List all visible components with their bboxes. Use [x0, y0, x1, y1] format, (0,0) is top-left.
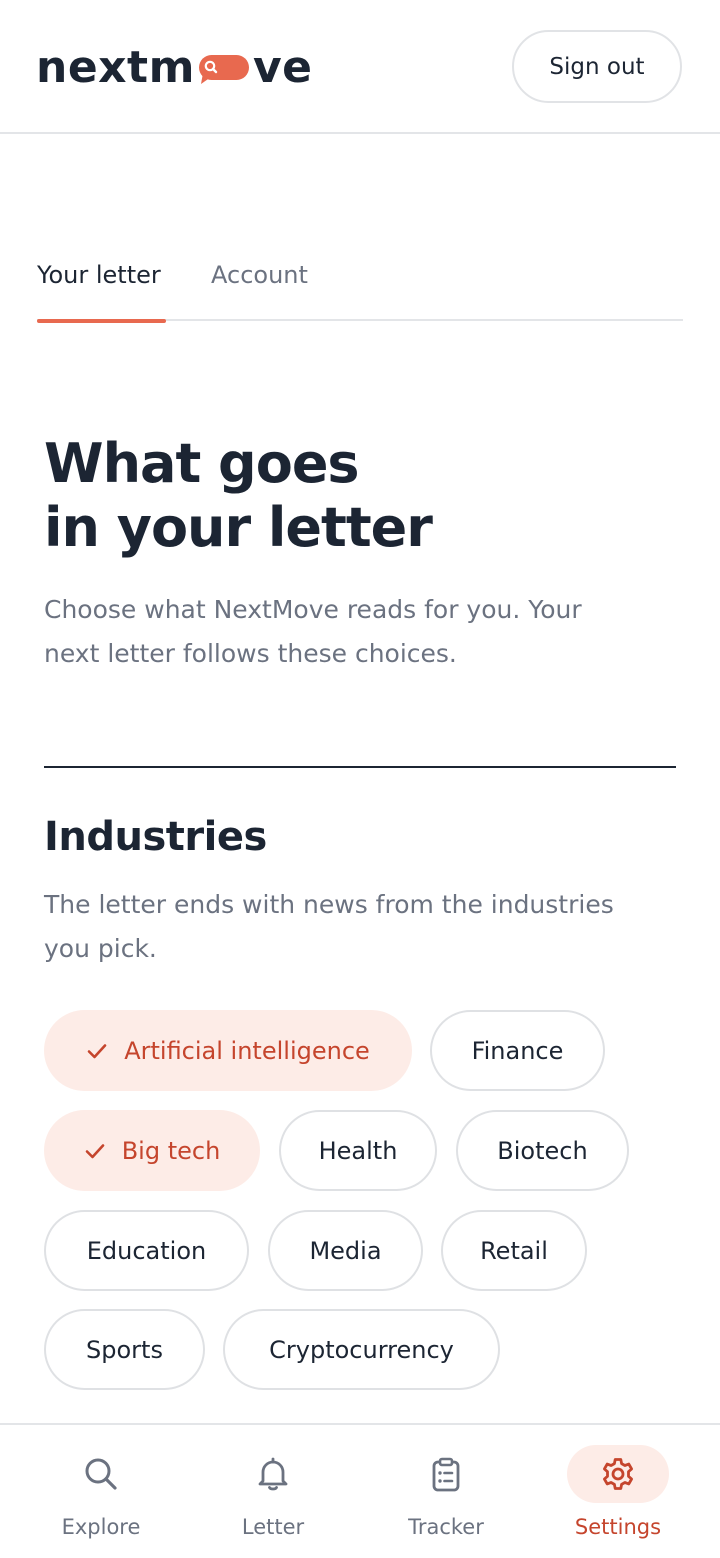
industries-description-line-2: you pick.	[44, 934, 157, 963]
page-title-line-1: What goes	[44, 432, 360, 495]
tab-your-letter[interactable]: Your letter	[37, 244, 166, 323]
chip-label: Big tech	[121, 1136, 221, 1165]
page-title-line-2: in your letter	[44, 496, 433, 559]
chip-label: Media	[309, 1236, 382, 1265]
search-icon	[50, 1445, 152, 1503]
chip-label: Cryptocurrency	[269, 1335, 454, 1364]
nav-item-tracker[interactable]: Tracker	[356, 1425, 536, 1558]
bottom-navigation: Explore Letter Tracker Settings	[0, 1423, 720, 1558]
chip-label: Artificial intelligence	[124, 1036, 370, 1065]
sign-out-button[interactable]: Sign out	[512, 30, 682, 103]
industry-chip-retail[interactable]: Retail	[441, 1210, 587, 1291]
nav-label-settings: Settings	[574, 1515, 662, 1539]
industries-description: The letter ends with news from the indus…	[44, 883, 694, 971]
industries-description-line-1: The letter ends with news from the indus…	[44, 890, 614, 919]
nav-label-tracker: Tracker	[408, 1515, 484, 1539]
check-icon	[84, 1140, 106, 1162]
nav-label-letter: Letter	[241, 1515, 305, 1539]
clipboard-icon	[395, 1445, 497, 1503]
nav-label-explore: Explore	[61, 1515, 141, 1539]
chip-label: Biotech	[497, 1136, 588, 1165]
chip-label: Finance	[471, 1036, 564, 1065]
chip-label: Retail	[480, 1236, 548, 1265]
page-description-line-2: next letter follows these choices.	[44, 639, 457, 668]
industry-chip-education[interactable]: Education	[44, 1210, 249, 1291]
industry-chip-health[interactable]: Health	[279, 1110, 437, 1191]
section-divider	[44, 766, 676, 768]
chat-bubble-search-icon	[197, 55, 251, 85]
logo-text-end: ve	[252, 42, 313, 93]
industries-title: Industries	[44, 814, 267, 860]
logo-text-start: nextm	[36, 42, 195, 93]
industry-chip-finance[interactable]: Finance	[430, 1010, 605, 1091]
industry-chip-artificial-intelligence[interactable]: Artificial intelligence	[44, 1010, 412, 1091]
app-header: nextm ve Sign out	[0, 0, 720, 134]
gear-icon	[567, 1445, 669, 1503]
chip-label: Education	[86, 1236, 207, 1265]
tab-account[interactable]: Account	[211, 244, 308, 321]
nav-item-settings[interactable]: Settings	[528, 1425, 708, 1558]
page-title: What goes in your letter	[44, 432, 684, 560]
industry-chip-sports[interactable]: Sports	[44, 1309, 205, 1390]
settings-tabs: Your letter Account	[37, 244, 683, 323]
industry-chip-cryptocurrency[interactable]: Cryptocurrency	[223, 1309, 500, 1390]
industry-chip-media[interactable]: Media	[268, 1210, 423, 1291]
page-description-line-1: Choose what NextMove reads for you. Your	[44, 595, 582, 624]
page-description: Choose what NextMove reads for you. Your…	[44, 588, 684, 676]
chip-label: Health	[318, 1136, 398, 1165]
chip-label: Sports	[86, 1335, 163, 1364]
check-icon	[86, 1040, 108, 1062]
nav-item-letter[interactable]: Letter	[183, 1425, 363, 1558]
industry-chip-biotech[interactable]: Biotech	[456, 1110, 629, 1191]
bell-icon	[222, 1445, 324, 1503]
industry-chip-big-tech[interactable]: Big tech	[44, 1110, 260, 1191]
nav-item-explore[interactable]: Explore	[11, 1425, 191, 1558]
nextmove-logo[interactable]: nextm ve	[36, 40, 312, 96]
